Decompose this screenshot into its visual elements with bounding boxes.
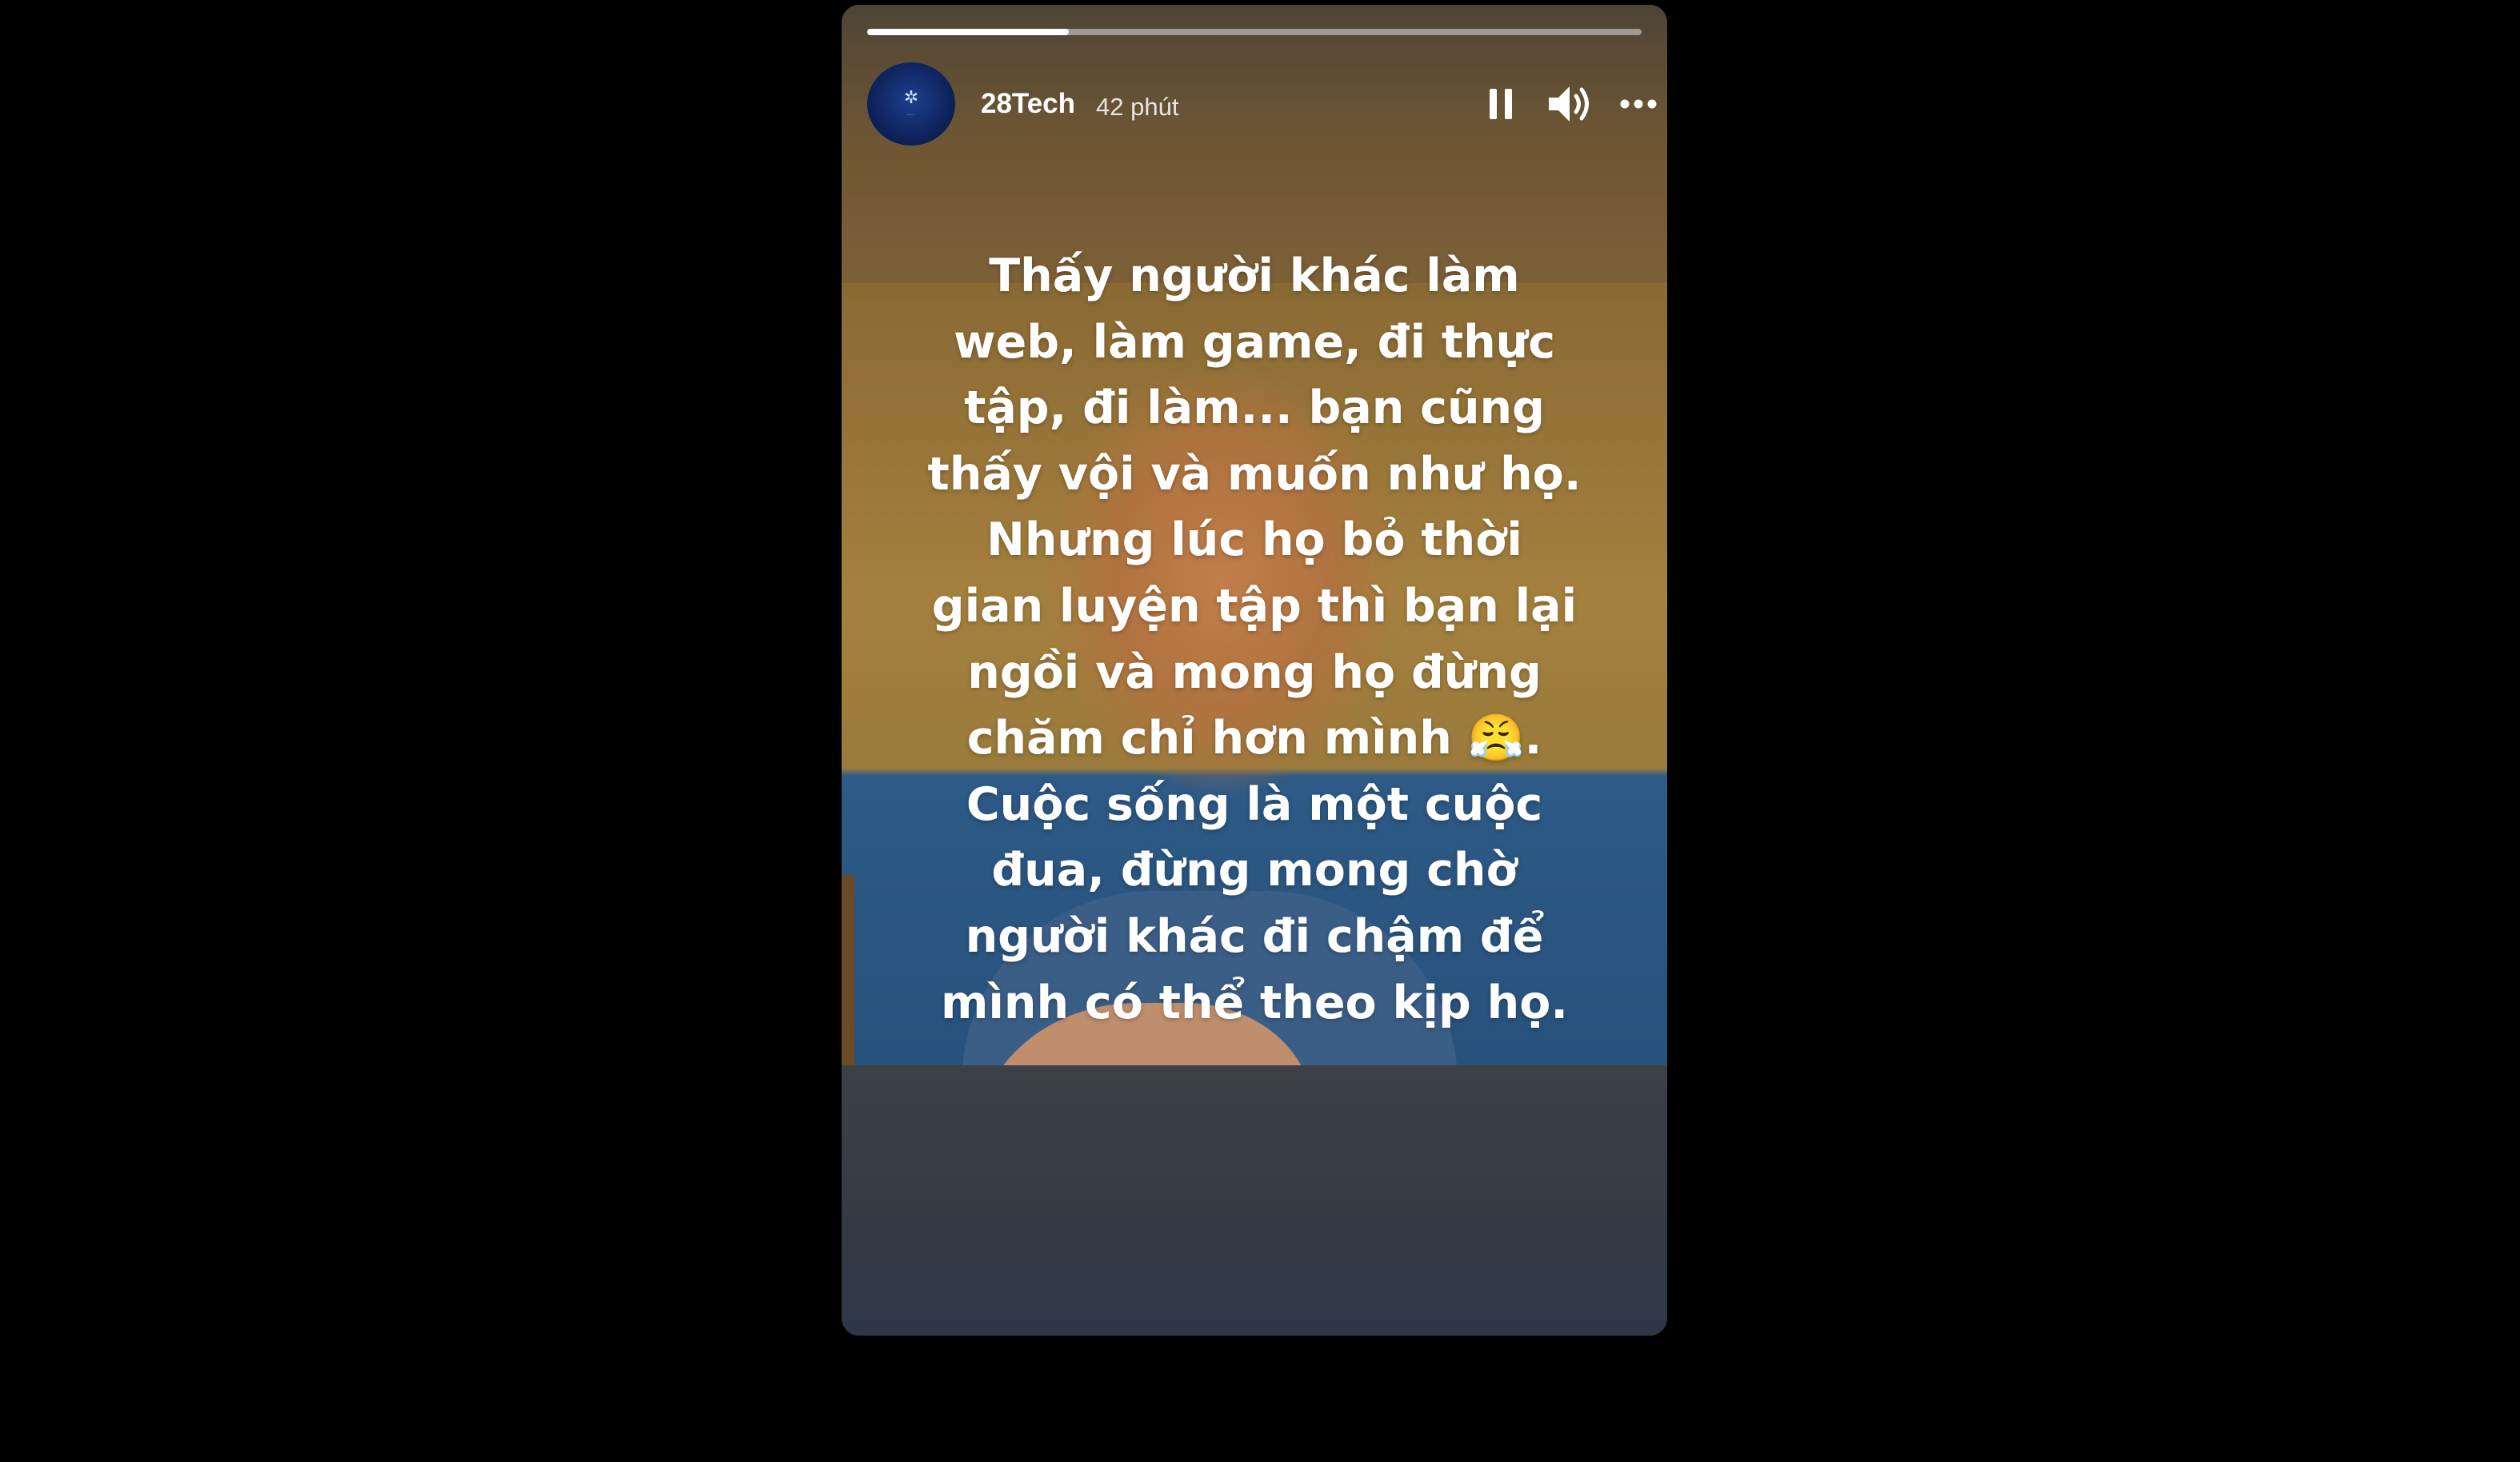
pause-button[interactable] xyxy=(1475,78,1526,130)
story-progress-fill xyxy=(867,29,1069,35)
speaker-icon xyxy=(1549,86,1589,122)
story-caption: Thấy người khác làm web, làm game, đi th… xyxy=(927,250,1582,1029)
story-header: ✲ ··· 28Tech 42 phút xyxy=(867,62,1657,146)
author-name[interactable]: 28Tech xyxy=(981,88,1075,120)
more-options-button[interactable] xyxy=(1613,78,1664,130)
story-viewer[interactable]: ✲ ··· 28Tech 42 phút Thấy người khác làm… xyxy=(842,5,1667,1336)
post-time: 42 phút xyxy=(1096,93,1179,121)
pause-icon xyxy=(1490,89,1512,119)
story-progress-bar xyxy=(867,29,1642,35)
more-horizontal-icon xyxy=(1620,99,1657,109)
28tech-logo-icon: ✲ xyxy=(903,88,919,108)
sound-button[interactable] xyxy=(1544,78,1595,130)
avatar[interactable]: ✲ ··· xyxy=(867,62,955,146)
avatar-logo-mark: ··· xyxy=(907,112,915,118)
story-background-bottom xyxy=(842,1065,1667,1336)
